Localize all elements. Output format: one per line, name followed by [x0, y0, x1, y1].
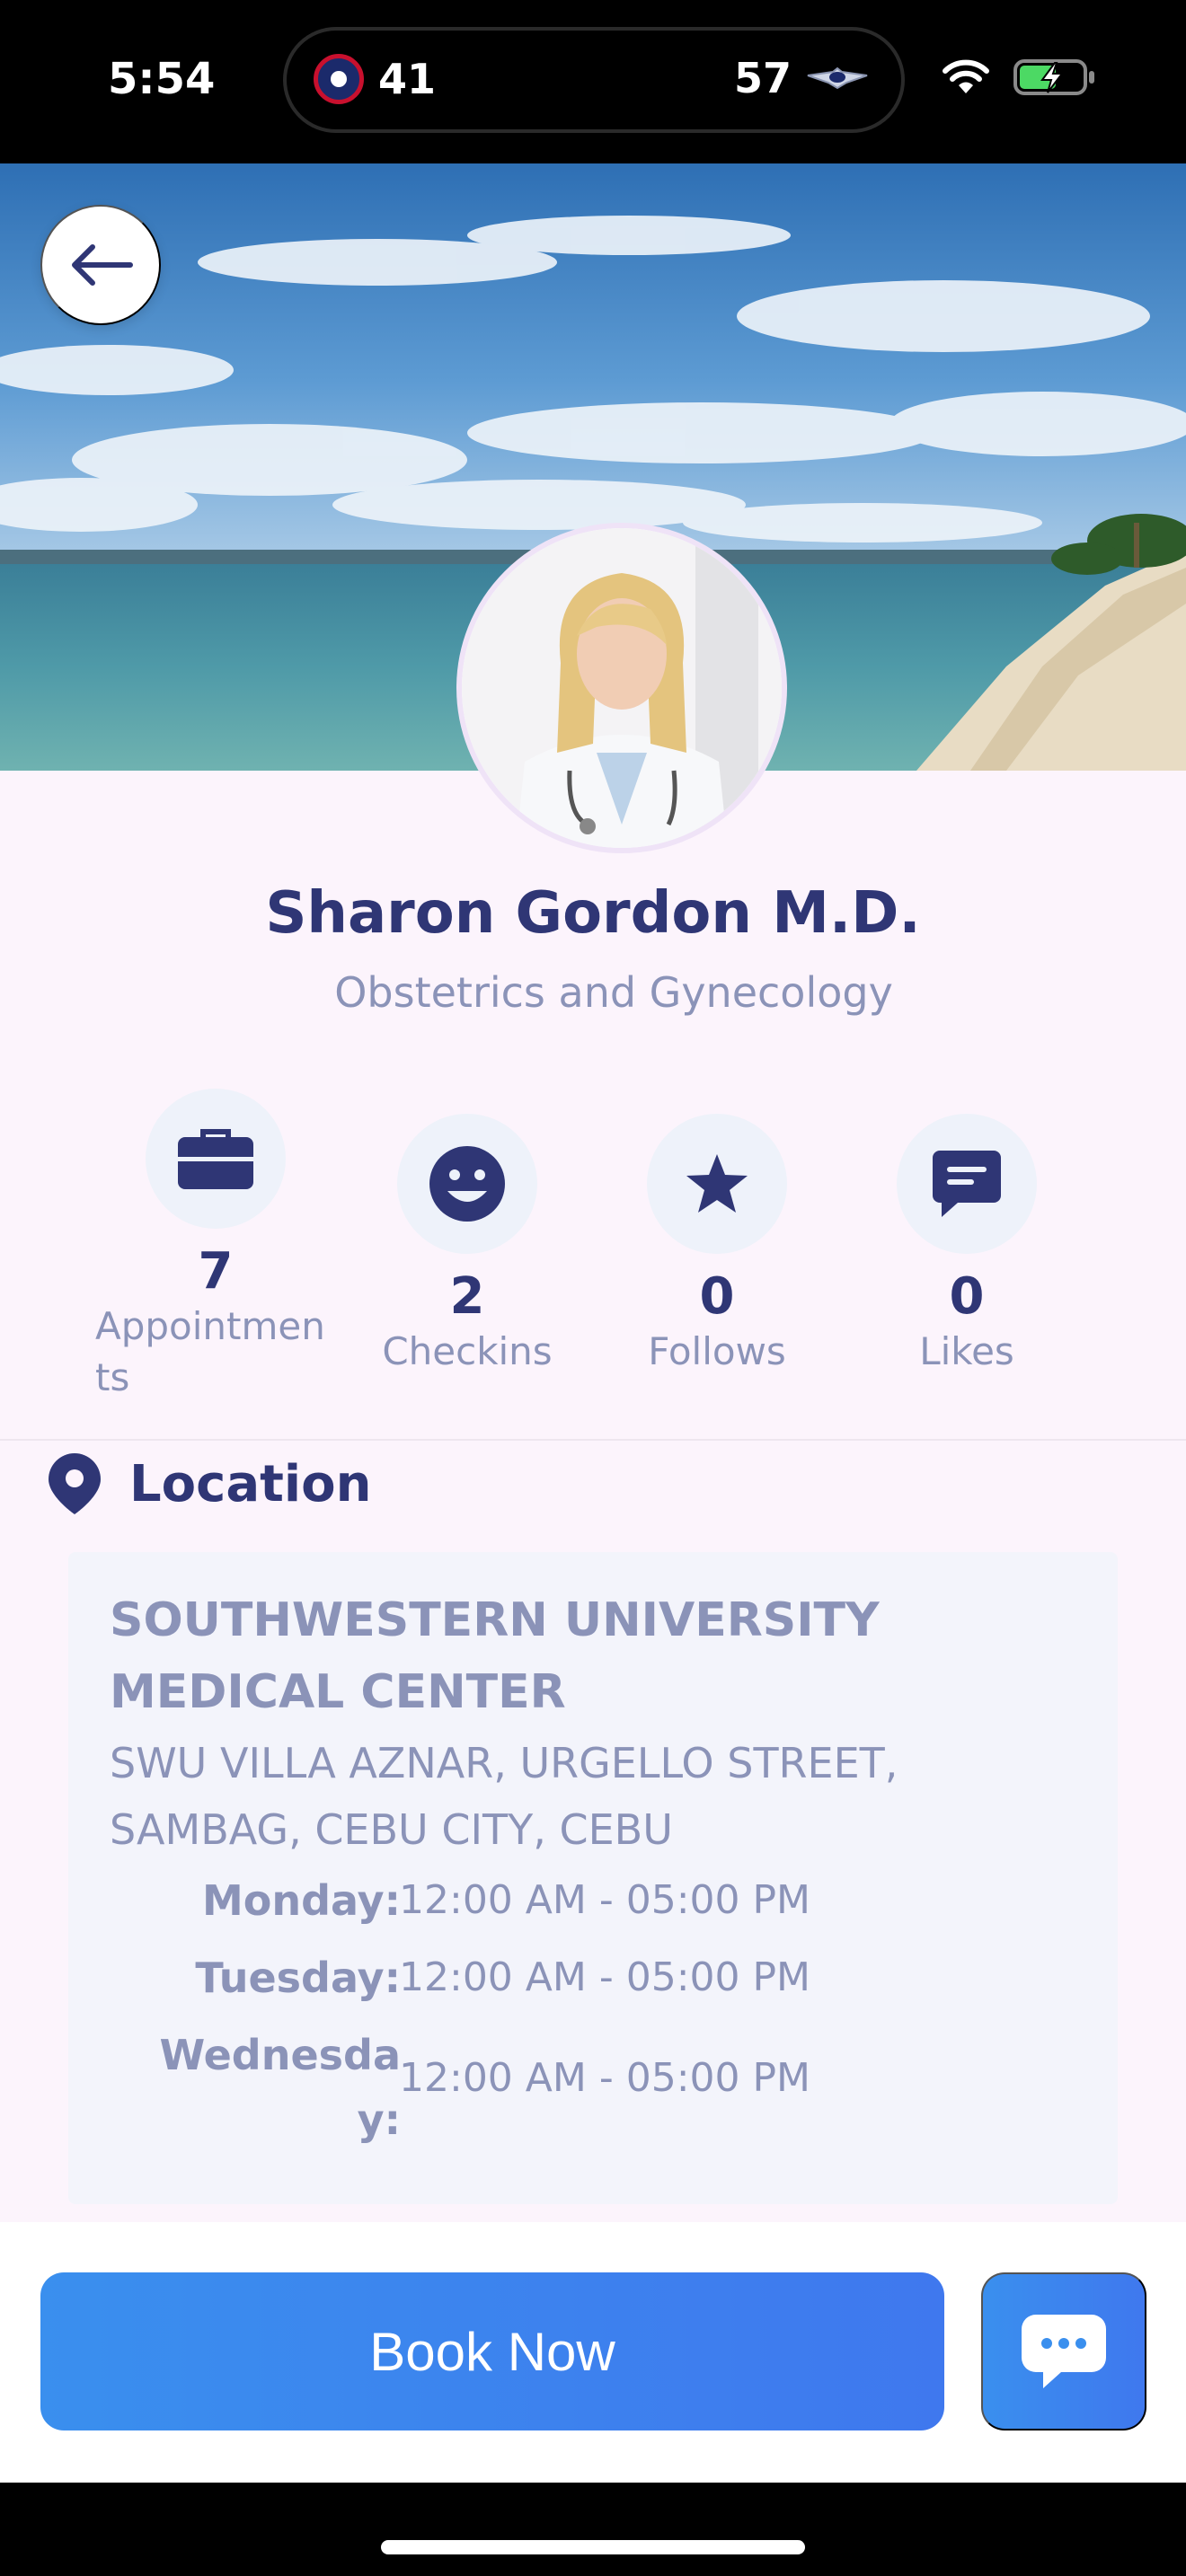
doctor-specialty: Obstetrics and Gynecology — [334, 968, 893, 1017]
hospital-address: SWU VILLA AZNAR, URGELLO STREET, SAMBAG,… — [110, 1739, 898, 1854]
wifi-icon — [943, 59, 989, 93]
doctor-portrait — [462, 528, 782, 848]
smiley-icon — [429, 1146, 505, 1222]
doctor-avatar — [456, 523, 787, 853]
hours-day: Wednesda y: — [159, 2031, 401, 2144]
stats-row: 7 Appointmen ts 2 Checkins 0 Follows 0 L… — [0, 1089, 1186, 1439]
battery-charging-icon — [1013, 59, 1094, 95]
doctor-name: Sharon Gordon M.D. — [265, 880, 921, 947]
follows-count: 0 — [699, 1267, 735, 1326]
appointments-label: Appointmen ts — [95, 1304, 325, 1399]
chat-button[interactable] — [981, 2272, 1146, 2430]
stat-likes[interactable]: 0 Likes — [859, 1114, 1075, 1378]
checkins-count: 2 — [449, 1267, 485, 1326]
live-activity-scoreboard: 41 57 — [283, 27, 905, 133]
hours-time: 12:00 AM - 05:00 PM — [399, 1877, 810, 1923]
location-title: Location — [129, 1454, 372, 1513]
hours-day: Monday: — [201, 1876, 401, 1925]
chat-bubble-icon — [1022, 2315, 1106, 2388]
status-time: 5:54 — [108, 54, 216, 104]
stat-follows[interactable]: 0 Follows — [609, 1114, 825, 1378]
hours-time: 12:00 AM - 05:00 PM — [399, 1954, 810, 2000]
stat-checkins[interactable]: 2 Checkins — [359, 1114, 575, 1378]
team-wings-icon — [807, 66, 868, 90]
book-now-button[interactable]: Book Now — [40, 2272, 944, 2430]
score-right: 57 — [733, 54, 792, 102]
section-divider — [0, 1439, 1186, 1441]
back-button[interactable] — [40, 205, 161, 325]
appointments-count: 7 — [198, 1242, 234, 1301]
message-icon — [933, 1151, 1001, 1217]
home-indicator-area — [0, 2483, 1186, 2576]
location-header: Location — [47, 1451, 371, 1516]
checkins-label: Checkins — [382, 1329, 553, 1374]
map-pin-icon — [49, 1453, 101, 1514]
home-indicator[interactable] — [381, 2540, 805, 2554]
location-card: SOUTHWESTERN UNIVERSITY MEDICAL CENTER S… — [68, 1552, 1118, 2204]
score-left: 41 — [378, 55, 437, 103]
stat-appointments[interactable]: 7 Appointmen ts — [90, 1089, 341, 1404]
bottom-action-bar: Book Now — [0, 2222, 1186, 2483]
team-logo-icon — [314, 54, 364, 104]
likes-label: Likes — [919, 1329, 1014, 1374]
hours-time: 12:00 AM - 05:00 PM — [399, 2055, 810, 2101]
likes-count: 0 — [949, 1267, 985, 1326]
briefcase-icon — [178, 1129, 253, 1189]
arrow-left-icon — [72, 244, 133, 286]
hospital-name: SOUTHWESTERN UNIVERSITY MEDICAL CENTER — [110, 1593, 880, 1719]
hours-day: Tuesday: — [195, 1954, 401, 2002]
status-bar: 5:54 41 57 — [0, 0, 1186, 163]
star-icon — [686, 1154, 748, 1213]
follows-label: Follows — [648, 1329, 786, 1374]
